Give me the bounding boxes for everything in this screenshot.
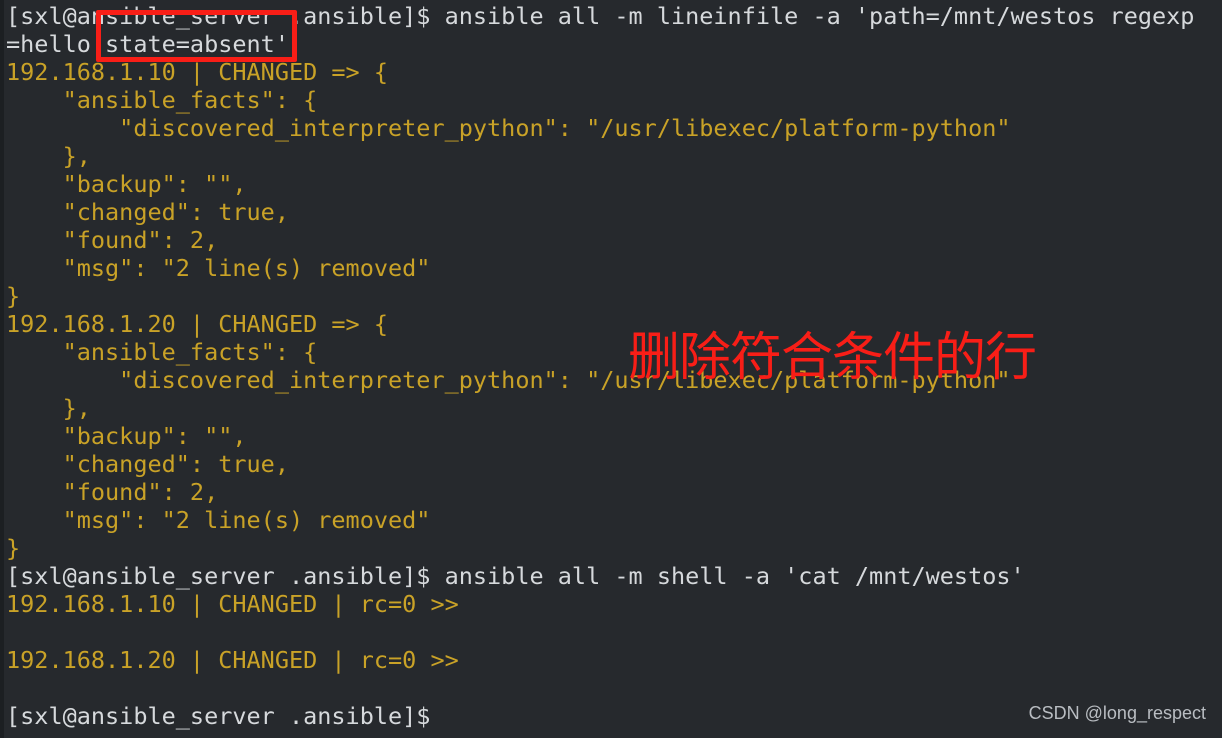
terminal-line-host-20-backup: "backup": "",	[6, 422, 247, 450]
terminal-line-shell-20-rc: 192.168.1.20 | CHANGED | rc=0 >>	[6, 646, 459, 674]
terminal-line-host-10-facts-close: },	[6, 142, 91, 170]
terminal-line-cmd-cat: [sxl@ansible_server .ansible]$ ansible a…	[6, 562, 1025, 590]
terminal-line-blank-1	[6, 618, 1222, 646]
terminal-line-blank-2	[6, 674, 1222, 702]
terminal-line-host-10-close: }	[6, 282, 21, 310]
terminal-line-host-10-found: "found": 2,	[6, 226, 219, 254]
terminal-line-host-10-backup: "backup": "",	[6, 170, 247, 198]
terminal-line-host-20-changed-key: "changed": true,	[6, 450, 289, 478]
terminal-line-host-20-facts-open: "ansible_facts": {	[6, 338, 318, 366]
terminal-line-host-20-interp: "discovered_interpreter_python": "/usr/l…	[6, 366, 1011, 394]
terminal-line-cmd-lineinfile-wrap: =hello state=absent'	[6, 30, 289, 58]
terminal-line-cmd-lineinfile: [sxl@ansible_server .ansible]$ ansible a…	[6, 2, 1195, 30]
csdn-watermark: CSDN @long_respect	[1028, 703, 1206, 723]
terminal-line-host-20-found: "found": 2,	[6, 478, 219, 506]
terminal-line-host-10-interp: "discovered_interpreter_python": "/usr/l…	[6, 114, 1011, 142]
terminal-line-host-10-facts-open: "ansible_facts": {	[6, 86, 318, 114]
terminal-line-host-10-changed-key: "changed": true,	[6, 198, 289, 226]
terminal-line-host-20-close: }	[6, 534, 21, 562]
terminal-window[interactable]: [sxl@ansible_server .ansible]$ ansible a…	[0, 0, 1222, 738]
terminal-line-host-20-msg: "msg": "2 line(s) removed"	[6, 506, 431, 534]
annotation-note-text: 删除符合条件的行	[628, 328, 1037, 388]
terminal-line-shell-10-rc: 192.168.1.10 | CHANGED | rc=0 >>	[6, 590, 459, 618]
terminal-left-edge	[0, 0, 4, 738]
terminal-line-host-20-changed: 192.168.1.20 | CHANGED => {	[6, 310, 389, 338]
terminal-line-host-10-changed: 192.168.1.10 | CHANGED => {	[6, 58, 389, 86]
terminal-line-host-20-facts-close: },	[6, 394, 91, 422]
terminal-line-host-10-msg: "msg": "2 line(s) removed"	[6, 254, 431, 282]
terminal-screen[interactable]: [sxl@ansible_server .ansible]$ ansible a…	[0, 0, 1222, 738]
